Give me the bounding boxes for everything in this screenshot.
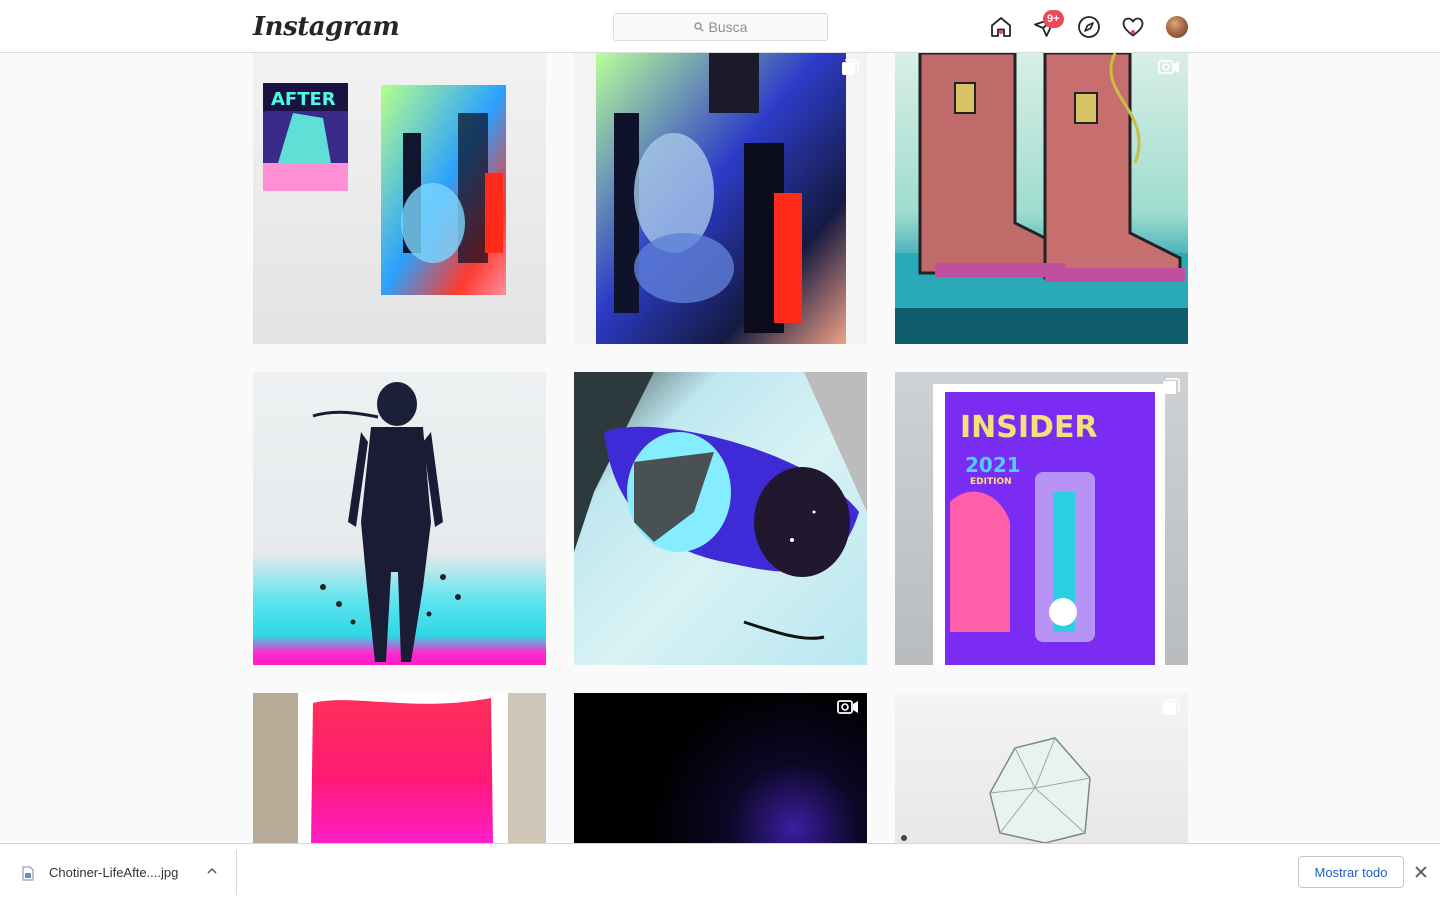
- carousel-icon: [1162, 699, 1180, 722]
- svg-text:INSIDER: INSIDER: [960, 410, 1098, 445]
- home-activity-dot: [999, 30, 1003, 34]
- video-icon: [837, 699, 859, 720]
- svg-text:2021: 2021: [965, 453, 1021, 477]
- post-tile-1[interactable]: AFTER: [253, 53, 546, 344]
- download-filename[interactable]: Chotiner-LifeAfte....jpg: [49, 865, 178, 880]
- activity-heart-icon[interactable]: [1120, 14, 1146, 40]
- svg-text:EDITION: EDITION: [970, 477, 1012, 487]
- home-icon[interactable]: [988, 14, 1014, 40]
- post-tile-5[interactable]: [574, 372, 867, 665]
- carousel-icon: [841, 59, 859, 82]
- search-input[interactable]: Busca: [613, 13, 828, 41]
- carousel-icon: [1162, 378, 1180, 401]
- explore-compass-icon[interactable]: [1076, 14, 1102, 40]
- show-all-downloads-button[interactable]: Mostrar todo: [1298, 856, 1404, 888]
- download-shelf: Chotiner-LifeAfte....jpg Mostrar todo: [0, 843, 1440, 900]
- top-navigation-bar: Instagram Busca 9+: [0, 0, 1440, 53]
- post-tile-8[interactable]: [574, 693, 867, 843]
- post-tile-9[interactable]: [895, 693, 1188, 843]
- profile-avatar[interactable]: [1166, 16, 1188, 38]
- instagram-logo[interactable]: Instagram: [253, 12, 400, 42]
- chevron-up-icon[interactable]: [206, 866, 218, 876]
- close-icon[interactable]: [1414, 865, 1428, 879]
- image-file-icon: [22, 866, 34, 881]
- svg-text:AFTER: AFTER: [271, 89, 336, 110]
- activity-dot: [1131, 30, 1135, 34]
- video-icon: [1158, 59, 1180, 80]
- post-tile-6[interactable]: INSIDER 2021 EDITION: [895, 372, 1188, 665]
- post-tile-7[interactable]: [253, 693, 546, 843]
- notifications-badge: 9+: [1043, 10, 1064, 28]
- search-icon: [693, 22, 704, 32]
- post-tile-4[interactable]: [253, 372, 546, 665]
- post-tile-3[interactable]: [895, 53, 1188, 344]
- post-tile-2[interactable]: [574, 53, 867, 344]
- search-placeholder: Busca: [708, 19, 748, 35]
- divider: [236, 850, 237, 895]
